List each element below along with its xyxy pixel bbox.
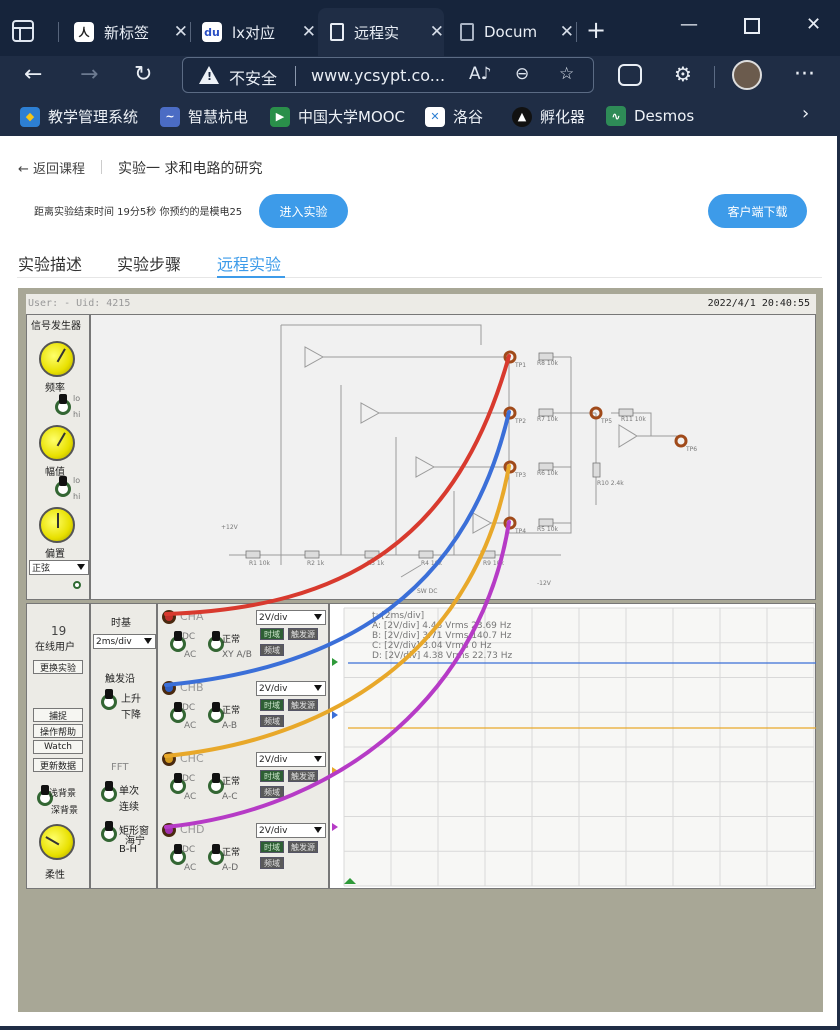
extensions-icon[interactable]: ⚙ [674,62,692,86]
back-arrow-icon[interactable]: ← [24,62,42,87]
bookmark-item[interactable]: ~ 智慧杭电 [160,106,248,127]
enter-experiment-button[interactable]: 进入实验 [259,194,348,228]
zoom-icon[interactable]: ⊖ [515,64,529,84]
browser-tab[interactable]: 人 新标签 ✕ [62,8,188,56]
warning-icon [199,66,219,84]
stack-icon: ◆ [20,106,40,127]
bookmark-label: 教学管理系统 [48,108,139,126]
browser-tab[interactable]: Docum ✕ [448,8,574,56]
add-favorite-icon[interactable]: ☆ [559,64,574,84]
browser-tab[interactable]: du lx对应 ✕ [190,8,316,56]
toolbar-separator [714,66,715,88]
bookmark-item[interactable]: ∿ Desmos [606,106,694,126]
dragon-icon: ~ [160,106,180,127]
window-close-icon[interactable]: ✕ [806,14,821,35]
tab-separator [576,22,577,42]
person-icon: 人 [74,22,94,42]
tab-separator [58,22,59,42]
tab-actions-icon[interactable] [12,20,34,42]
web-page: ← 返回课程 实验一 求和电路的研究 距离实验结束时间 19分5秒 你预约的是模… [0,136,837,1026]
tab-steps[interactable]: 实验步骤 [117,251,181,275]
tab-description[interactable]: 实验描述 [18,251,82,275]
browser-tab-active[interactable]: 远程实 ✕ [318,8,444,56]
refresh-icon[interactable]: ↻ [134,62,152,87]
new-tab-icon[interactable]: + [586,16,606,44]
countdown-text: 距离实验结束时间 19分5秒 你预约的是模电25 [34,207,243,218]
baidu-paw-icon: du [202,22,222,42]
probe-cables-overlay [164,354,511,829]
tab-label: 远程实 [354,23,400,42]
cable-cha [164,354,511,616]
cable-chb [164,410,511,687]
flag-icon: ▶ [270,106,290,127]
tab-remote-experiment[interactable]: 远程实验 [217,251,281,275]
bookmark-label: 孵化器 [540,108,586,126]
bookmark-label: 洛谷 [453,108,484,126]
insecure-label: 不安全 [229,69,278,88]
tab-label: Docum [484,23,538,41]
tab-label: lx对应 [232,23,276,42]
cable-chd [164,520,511,829]
document-icon [330,23,344,41]
back-label: 返回课程 [33,162,86,177]
breadcrumb-separator [101,160,102,174]
tab-divider [17,277,822,278]
bookmark-item[interactable]: ✕ 洛谷 [425,106,483,127]
more-menu-icon[interactable]: ··· [794,62,815,87]
profile-avatar[interactable] [732,60,762,90]
page-title: 实验一 求和电路的研究 [118,161,263,177]
document-icon [460,23,474,41]
close-icon[interactable]: ✕ [560,22,574,42]
close-icon[interactable]: ✕ [174,22,188,42]
rocket-icon: ▲ [512,106,532,127]
browser-tab-bar: 人 新标签 ✕ du lx对应 ✕ 远程实 ✕ Docum ✕ + — ✕ [0,0,840,56]
chevron-right-icon[interactable]: › [802,103,809,124]
reading-mode-icon[interactable] [618,64,642,86]
tab-label: 新标签 [104,23,150,42]
minimize-icon[interactable]: — [680,14,698,35]
bookmark-label: 中国大学MOOC [298,108,406,126]
address-bar[interactable]: 不安全 www.ycsypt.co... A♪ ⊖ ☆ [182,57,594,93]
close-icon[interactable]: ✕ [302,22,316,42]
bookmarks-bar: ◆ 教学管理系统 ~ 智慧杭电 ▶ 中国大学MOOC ✕ 洛谷 ▲ 孵化器 ∿ … [0,98,840,136]
desmos-icon: ∿ [606,106,626,126]
address-separator [295,66,296,86]
back-to-course-link[interactable]: ← 返回课程 [18,158,85,177]
close-icon[interactable]: ✕ [430,22,444,42]
forward-arrow-icon[interactable]: → [80,62,98,87]
browser-nav-bar: ← → ↻ 不安全 www.ycsypt.co... A♪ ⊖ ☆ ⚙ ··· [0,56,840,98]
bookmark-label: Desmos [634,107,695,125]
remote-lab-area: User: - Uid: 4215 2022/4/1 20:40:55 信号发生… [18,288,823,1012]
bookmark-item[interactable]: ▶ 中国大学MOOC [270,106,405,127]
bookmark-item[interactable]: ◆ 教学管理系统 [20,106,138,127]
client-download-button[interactable]: 客户端下载 [708,194,807,228]
bookmark-label: 智慧杭电 [188,108,249,126]
active-tab-indicator [217,276,285,278]
read-aloud-icon[interactable]: A♪ [469,64,491,84]
maximize-icon[interactable] [744,18,760,34]
bookmark-item[interactable]: ▲ 孵化器 [512,106,585,127]
url-text[interactable]: www.ycsypt.co... [311,66,445,85]
luogu-icon: ✕ [425,106,445,127]
